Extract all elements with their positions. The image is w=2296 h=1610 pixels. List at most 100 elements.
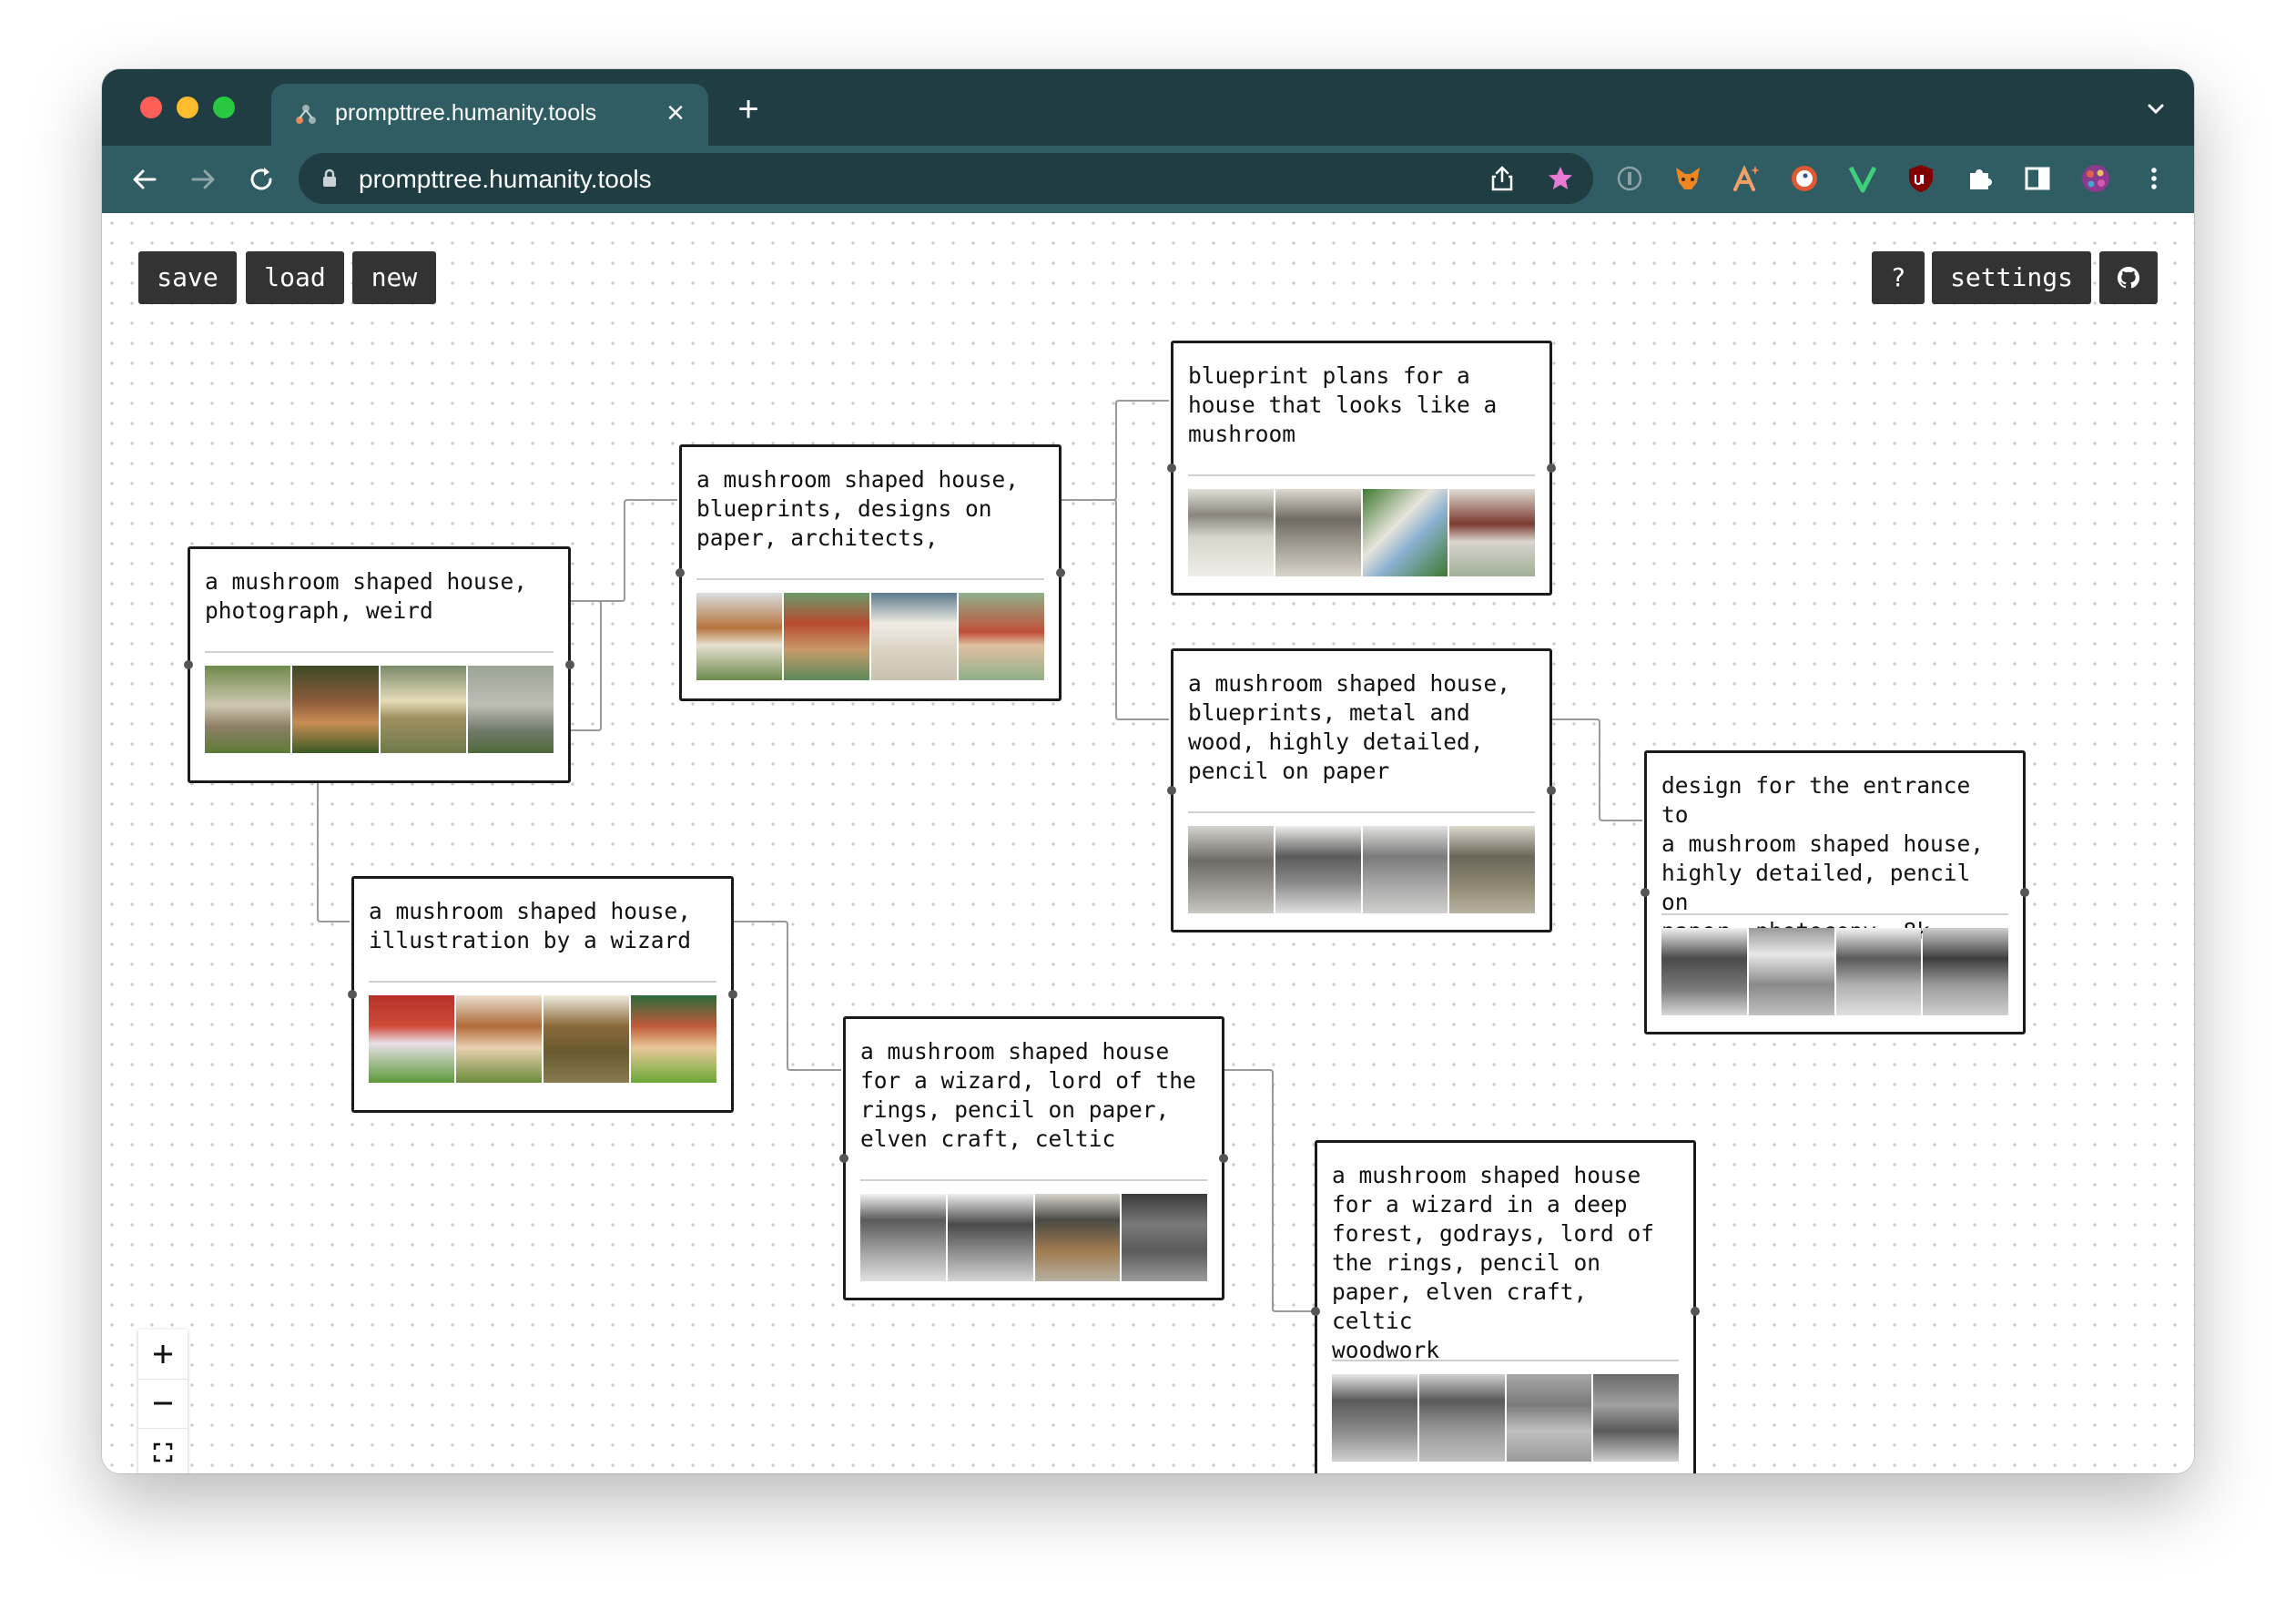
generated-image[interactable] [784, 593, 869, 680]
node-divider [696, 578, 1044, 580]
flow-canvas[interactable]: save load new ? settings a mushroom shap [102, 213, 2194, 1473]
generated-image[interactable] [1835, 928, 1922, 1015]
generated-image[interactable] [1418, 1374, 1505, 1462]
address-bar[interactable]: prompttree.humanity.tools [299, 153, 1593, 204]
connection-handle[interactable] [1167, 464, 1176, 473]
duckduckgo-icon[interactable] [1788, 162, 1821, 195]
generated-image[interactable] [947, 1194, 1033, 1281]
tab-title: prompttree.humanity.tools [335, 100, 597, 126]
tab-prompttree[interactable]: prompttree.humanity.tools × [271, 84, 708, 146]
connection-handle[interactable] [1547, 786, 1556, 795]
browser-toolbar: prompttree.humanity.tools [102, 146, 2194, 213]
generated-image[interactable] [1188, 489, 1274, 576]
generated-image[interactable] [1122, 1194, 1207, 1281]
prompt-node[interactable]: a mushroom shaped house for a wizard, lo… [839, 1016, 1228, 1300]
generated-image[interactable] [631, 995, 716, 1083]
image-strip [369, 995, 716, 1083]
edge-n7-n8 [1223, 1069, 1313, 1312]
fit-view-icon [153, 1442, 173, 1462]
connection-handle[interactable] [728, 990, 737, 999]
prompt-text: a mushroom shaped house, photograph, wei… [205, 568, 528, 624]
prompt-node[interactable]: a mushroom shaped house, illustration by… [348, 876, 737, 1113]
generated-image[interactable] [1275, 489, 1361, 576]
tab-search-chevron-icon[interactable] [2141, 95, 2170, 124]
connection-handle[interactable] [1547, 464, 1556, 473]
generated-image[interactable] [871, 593, 957, 680]
forward-icon[interactable] [186, 162, 220, 197]
share-icon[interactable] [1488, 164, 1517, 193]
tab-close-icon[interactable]: × [659, 97, 692, 129]
connection-handle[interactable] [348, 990, 357, 999]
generated-image[interactable] [1275, 826, 1361, 913]
v-extension-icon[interactable] [1846, 162, 1879, 195]
side-panel-icon[interactable] [2021, 162, 2054, 195]
generated-image[interactable] [696, 593, 782, 680]
generated-image[interactable] [1661, 928, 1747, 1015]
generated-image[interactable] [1362, 489, 1448, 576]
close-window-button[interactable] [140, 97, 162, 118]
url-text: prompttree.humanity.tools [359, 165, 652, 193]
minimize-window-button[interactable] [177, 97, 198, 118]
metamask-fox-icon[interactable] [1671, 162, 1704, 195]
edge-n6-n7 [731, 921, 841, 1071]
connection-handle[interactable] [839, 1154, 848, 1163]
back-icon[interactable] [127, 162, 162, 197]
extension-circle-icon[interactable] [1613, 162, 1646, 195]
generated-image[interactable] [292, 666, 379, 753]
image-strip [1188, 489, 1535, 576]
generated-image[interactable] [1188, 826, 1274, 913]
connection-handle[interactable] [1056, 568, 1065, 577]
connection-handle[interactable] [2020, 888, 2029, 897]
zoom-controls [138, 1330, 188, 1473]
edge-n2-n3 [1060, 400, 1169, 501]
generated-image[interactable] [1506, 1374, 1592, 1462]
generated-image[interactable] [1332, 1374, 1417, 1462]
prompt-text: a mushroom shaped house for a wizard in … [1332, 1162, 1655, 1363]
generated-image[interactable] [369, 995, 454, 1083]
extensions-puzzle-icon[interactable] [1963, 162, 1996, 195]
prompt-node[interactable]: blueprint plans for a house that looks l… [1167, 341, 1556, 596]
a-sparkle-extension-icon[interactable] [1730, 162, 1763, 195]
connection-handle[interactable] [1167, 786, 1176, 795]
prompt-text: a mushroom shaped house, illustration by… [369, 898, 692, 953]
connection-handle[interactable] [676, 568, 685, 577]
connection-handle[interactable] [1691, 1307, 1700, 1316]
prompt-node[interactable]: a mushroom shaped house, blueprints, des… [676, 444, 1065, 701]
maximize-window-button[interactable] [213, 97, 235, 118]
connection-handle[interactable] [565, 660, 574, 669]
generated-image[interactable] [467, 666, 554, 753]
generated-image[interactable] [1923, 928, 2008, 1015]
generated-image[interactable] [1449, 489, 1535, 576]
prompt-node[interactable]: a mushroom shaped house for a wizard in … [1311, 1140, 1700, 1473]
new-tab-icon[interactable]: + [730, 91, 767, 129]
profile-avatar-icon[interactable] [2079, 162, 2112, 195]
ublock-origin-icon[interactable] [1905, 162, 1937, 195]
bookmark-star-icon[interactable] [1546, 164, 1575, 193]
prompt-node[interactable]: design for the entrance to a mushroom sh… [1641, 750, 2029, 1034]
generated-image[interactable] [860, 1194, 946, 1281]
generated-image[interactable] [1362, 826, 1448, 913]
generated-image[interactable] [205, 666, 291, 753]
generated-image[interactable] [456, 995, 542, 1083]
generated-image[interactable] [380, 666, 466, 753]
fit-view-button[interactable] [138, 1428, 188, 1473]
generated-image[interactable] [1748, 928, 1834, 1015]
prompt-text: a mushroom shaped house for a wizard, lo… [860, 1038, 1196, 1152]
generated-image[interactable] [1034, 1194, 1121, 1281]
generated-image[interactable] [1449, 826, 1535, 913]
prompt-node[interactable]: a mushroom shaped house, blueprints, met… [1167, 648, 1556, 932]
zoom-out-button[interactable] [138, 1379, 188, 1429]
connection-handle[interactable] [1219, 1154, 1228, 1163]
generated-image[interactable] [544, 995, 629, 1083]
zoom-in-icon [154, 1345, 172, 1363]
generated-image[interactable] [959, 593, 1044, 680]
more-menu-icon[interactable] [2138, 162, 2170, 195]
connection-handle[interactable] [184, 660, 193, 669]
connection-handle[interactable] [1311, 1307, 1320, 1316]
prompt-node[interactable]: a mushroom shaped house, photograph, wei… [184, 546, 574, 783]
zoom-in-button[interactable] [138, 1330, 188, 1380]
connection-handle[interactable] [1641, 888, 1650, 897]
generated-image[interactable] [1593, 1374, 1679, 1462]
reload-icon[interactable] [244, 162, 279, 197]
node-divider [1188, 474, 1535, 476]
